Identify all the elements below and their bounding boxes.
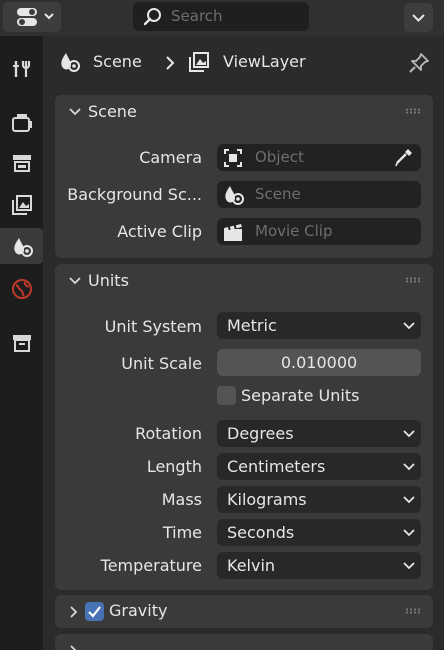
- rotation-value: Degrees: [227, 424, 294, 443]
- chevron-down-icon: [403, 562, 415, 570]
- tab-tool[interactable]: [0, 50, 43, 86]
- collection-icon: [13, 335, 31, 352]
- active-clip-label: Active Clip: [117, 222, 202, 241]
- separate-units-checkbox[interactable]: [217, 386, 236, 405]
- chevron-down-icon: [412, 14, 425, 22]
- chevron-down-icon: [403, 529, 415, 537]
- tool-icon: [13, 61, 31, 77]
- tab-scene[interactable]: [0, 228, 44, 264]
- unit-system-label: Unit System: [104, 317, 202, 336]
- search-icon: [143, 8, 161, 26]
- background-scene-field[interactable]: Scene: [217, 181, 421, 208]
- breadcrumb: Scene ViewLayer: [43, 36, 444, 88]
- time-dropdown[interactable]: Seconds: [217, 519, 421, 546]
- unit-scale-value: 0.010000: [280, 353, 358, 372]
- tab-output[interactable]: [0, 144, 43, 180]
- tab-render[interactable]: [0, 104, 43, 140]
- drag-handle-icon[interactable]: [405, 608, 421, 614]
- object-icon: [224, 149, 242, 167]
- properties-editor-icon: [17, 8, 54, 26]
- mass-label: Mass: [161, 490, 202, 509]
- unit-scale-field[interactable]: 0.010000: [217, 349, 421, 376]
- unit-system-dropdown[interactable]: Metric: [217, 312, 421, 339]
- temperature-dropdown[interactable]: Kelvin: [217, 552, 421, 579]
- movie-clip-icon: [224, 223, 242, 241]
- drag-handle-icon[interactable]: [405, 108, 421, 114]
- camera-value: Object: [255, 148, 304, 166]
- units-panel: Units Unit System Metric Unit Scale 0.01…: [55, 264, 433, 590]
- properties-main: Scene ViewLayer Scene Camera Object Back…: [43, 36, 444, 650]
- tab-world[interactable]: [0, 270, 43, 306]
- properties-tab-strip: [0, 36, 44, 650]
- options-dropdown-button[interactable]: [404, 3, 433, 32]
- chevron-down-icon: [403, 322, 415, 330]
- camera-label: Camera: [139, 148, 202, 167]
- chevron-down-icon: [403, 463, 415, 471]
- next-panel-partial[interactable]: [55, 634, 433, 650]
- gravity-checkbox[interactable]: [85, 602, 104, 621]
- output-icon: [13, 155, 31, 172]
- pin-icon[interactable]: [407, 51, 431, 75]
- gravity-panel[interactable]: Gravity: [55, 595, 433, 628]
- search-field[interactable]: Search: [133, 2, 309, 31]
- tab-collection[interactable]: [0, 324, 43, 360]
- breadcrumb-scene: Scene: [93, 52, 142, 71]
- render-icon: [12, 114, 32, 132]
- mass-dropdown[interactable]: Kilograms: [217, 486, 421, 513]
- eyedropper-icon[interactable]: [393, 146, 415, 168]
- background-scene-label: Background Sc...: [67, 185, 202, 204]
- units-panel-title: Units: [88, 271, 129, 290]
- chevron-right-icon: [166, 56, 175, 70]
- scene-icon: [225, 186, 244, 205]
- chevron-down-icon: [403, 430, 415, 438]
- time-label: Time: [162, 523, 202, 542]
- rotation-dropdown[interactable]: Degrees: [217, 420, 421, 447]
- view-layer-icon: [12, 195, 32, 215]
- properties-header: Search: [0, 0, 444, 36]
- scene-panel: Scene Camera Object Background Sc... Sce…: [55, 95, 433, 258]
- time-value: Seconds: [227, 523, 295, 542]
- chevron-down-icon: [403, 496, 415, 504]
- view-layer-icon: [189, 52, 209, 72]
- breadcrumb-view-layer: ViewLayer: [223, 52, 306, 71]
- chevron-right-icon: [70, 645, 77, 650]
- length-value: Centimeters: [227, 457, 326, 476]
- scene-icon: [61, 53, 80, 72]
- scene-panel-header[interactable]: Scene: [55, 95, 433, 129]
- units-panel-header[interactable]: Units: [55, 264, 433, 298]
- temperature-label: Temperature: [100, 556, 202, 575]
- chevron-down-icon: [69, 108, 81, 116]
- chevron-right-icon: [70, 606, 78, 618]
- unit-scale-label: Unit Scale: [121, 354, 202, 373]
- separate-units-label: Separate Units: [241, 386, 360, 405]
- gravity-panel-title: Gravity: [109, 601, 168, 620]
- checkmark-icon: [88, 606, 101, 618]
- length-dropdown[interactable]: Centimeters: [217, 453, 421, 480]
- unit-system-value: Metric: [227, 316, 277, 335]
- active-clip-field[interactable]: Movie Clip: [217, 218, 421, 245]
- temperature-value: Kelvin: [227, 556, 276, 575]
- chevron-down-icon: [69, 277, 81, 285]
- editor-type-button[interactable]: [3, 2, 61, 32]
- mass-value: Kilograms: [227, 490, 307, 509]
- rotation-label: Rotation: [135, 424, 202, 443]
- active-clip-value: Movie Clip: [255, 222, 333, 240]
- world-icon: [12, 279, 32, 299]
- background-scene-value: Scene: [255, 185, 301, 203]
- search-placeholder: Search: [171, 7, 223, 25]
- scene-icon: [14, 238, 33, 257]
- length-label: Length: [146, 457, 202, 476]
- scene-panel-title: Scene: [88, 102, 137, 121]
- tab-view-layer[interactable]: [0, 186, 43, 222]
- camera-field[interactable]: Object: [217, 144, 421, 171]
- drag-handle-icon[interactable]: [405, 277, 421, 283]
